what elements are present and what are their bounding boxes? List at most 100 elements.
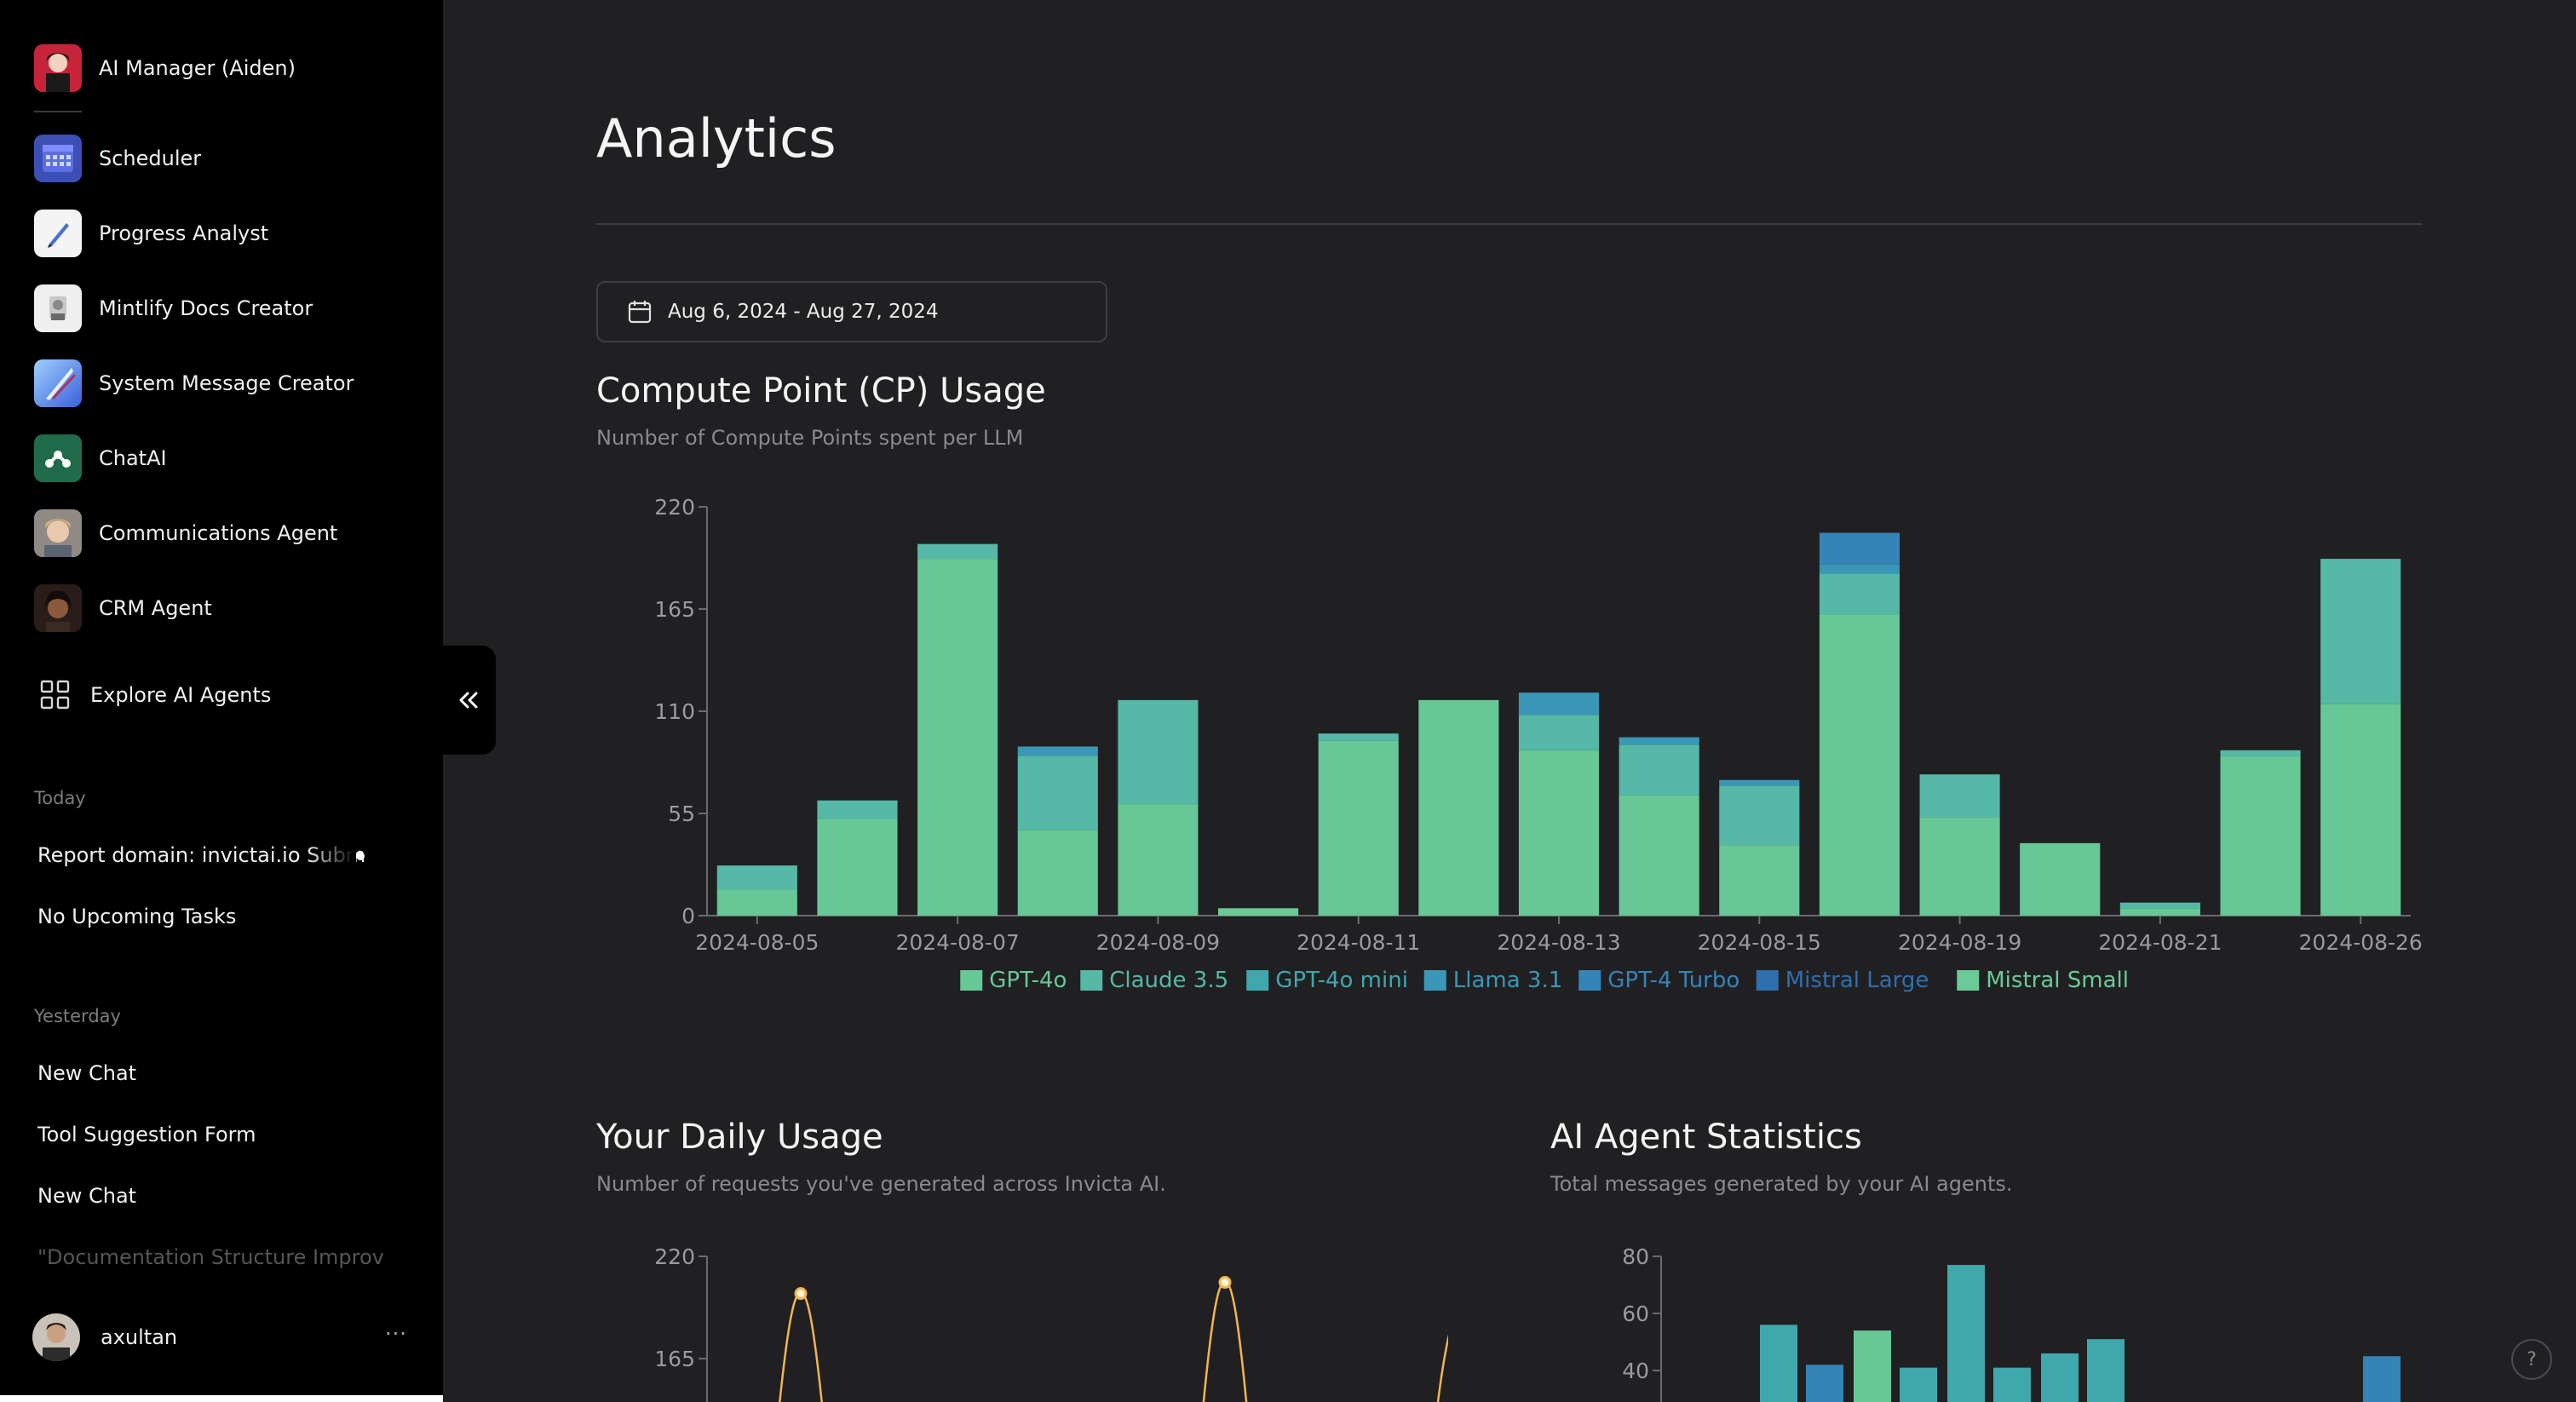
bar-segment[interactable] (716, 865, 797, 890)
bar-segment[interactable] (1819, 564, 1900, 574)
agent-bar[interactable] (1947, 1265, 1985, 1402)
history-item[interactable]: New Chat (37, 1061, 136, 1085)
cp-usage-subtitle: Number of Compute Points spent per LLM (596, 426, 1024, 450)
bar-segment[interactable] (2119, 908, 2200, 916)
agent-bar[interactable] (1760, 1324, 1797, 1402)
sidebar-item-system-message[interactable]: System Message Creator (34, 359, 354, 407)
bar-segment[interactable] (2320, 704, 2401, 916)
bar-segment[interactable] (1719, 845, 1800, 916)
x-tick-label: 2024-08-09 (1096, 930, 1220, 955)
bar-segment[interactable] (1318, 733, 1399, 741)
bar-segment[interactable] (1819, 573, 1900, 615)
bar-segment[interactable] (1919, 817, 2000, 916)
bar-segment[interactable] (1017, 746, 1098, 756)
bar-segment[interactable] (1619, 795, 1699, 916)
user-profile[interactable]: axultan (32, 1313, 177, 1361)
bar-segment[interactable] (1518, 750, 1600, 916)
data-point[interactable] (1218, 1276, 1232, 1290)
bar-segment[interactable] (1118, 699, 1199, 805)
legend-swatch (1423, 970, 1446, 991)
section-heading-today: Today (34, 788, 86, 808)
daily-usage-subtitle: Number of requests you've generated acro… (596, 1172, 1166, 1196)
chatai-logo-icon (34, 434, 82, 482)
legend-swatch (1957, 970, 1980, 991)
agent-bar[interactable] (1806, 1365, 1843, 1402)
bar-segment[interactable] (1318, 740, 1399, 916)
bar-segment[interactable] (1218, 908, 1299, 916)
sidebar-item-label: Scheduler (99, 147, 202, 170)
sidebar: AI Manager (Aiden) Scheduler Progress An… (0, 0, 443, 1402)
more-options-button[interactable]: ··· (385, 1322, 407, 1346)
data-point[interactable] (794, 1287, 808, 1301)
y-tick-label: 220 (654, 495, 695, 520)
legend-label[interactable]: GPT-4 Turbo (1607, 968, 1739, 993)
bar-segment[interactable] (817, 800, 898, 819)
sidebar-item-mintlify[interactable]: Mintlify Docs Creator (34, 284, 313, 332)
agent-bar[interactable] (1993, 1367, 2031, 1402)
legend-label[interactable]: GPT-4o (989, 968, 1067, 993)
bar-segment[interactable] (817, 819, 898, 916)
calendar-icon (628, 301, 652, 324)
y-tick-label: 165 (654, 1347, 695, 1371)
date-range-picker[interactable]: Aug 6, 2024 - Aug 27, 2024 (596, 281, 1107, 342)
agent-bar[interactable] (1900, 1367, 1937, 1402)
bar-segment[interactable] (716, 889, 797, 916)
bar-segment[interactable] (1017, 830, 1098, 916)
x-tick-label: 2024-08-26 (2299, 930, 2423, 955)
bar-segment[interactable] (917, 559, 998, 916)
x-tick-label: 2024-08-05 (695, 930, 819, 955)
history-item[interactable]: Tool Suggestion Form (37, 1123, 256, 1146)
agent-bar[interactable] (2087, 1339, 2125, 1402)
y-tick-label: 40 (1622, 1359, 1649, 1383)
bar-segment[interactable] (1518, 715, 1600, 750)
bar-segment[interactable] (1819, 532, 1900, 565)
history-item[interactable]: New Chat (37, 1184, 136, 1208)
bar-segment[interactable] (1919, 774, 2000, 818)
bar-segment[interactable] (1118, 804, 1199, 916)
agent-bar[interactable] (2363, 1356, 2401, 1402)
history-item[interactable]: "Documentation Structure Improv (37, 1245, 384, 1269)
bar-segment[interactable] (1017, 756, 1098, 830)
usage-line (779, 1281, 1448, 1402)
explore-label: Explore AI Agents (90, 683, 272, 707)
agent-stats-chart: 80 60 40 (1622, 1244, 2401, 1402)
sidebar-item-chatai[interactable]: ChatAI (34, 434, 167, 482)
bar-segment[interactable] (1719, 785, 1800, 846)
bar-segment[interactable] (2220, 750, 2301, 756)
bar-segment[interactable] (917, 543, 998, 560)
bar-segment[interactable] (1819, 614, 1900, 916)
y-tick-label: 220 (654, 1244, 695, 1269)
divider (34, 111, 82, 112)
bar-segment[interactable] (1619, 737, 1699, 745)
bar-segment[interactable] (1518, 692, 1600, 715)
bar-segment[interactable] (1719, 779, 1800, 786)
avatar-communications-icon (34, 509, 82, 557)
agent-bar[interactable] (1854, 1330, 1891, 1402)
bar-segment[interactable] (1619, 744, 1699, 796)
bar-segment[interactable] (2220, 756, 2301, 916)
sidebar-item-crm[interactable]: CRM Agent (34, 584, 212, 632)
sidebar-item-label: System Message Creator (99, 371, 354, 395)
bottom-bar (0, 1395, 443, 1402)
legend-label[interactable]: Llama 3.1 (1453, 968, 1563, 993)
legend-label[interactable]: Mistral Large (1785, 968, 1929, 993)
sidebar-item-communications[interactable]: Communications Agent (34, 509, 337, 557)
help-button[interactable]: ? (2511, 1339, 2552, 1380)
legend-label[interactable]: Claude 3.5 (1109, 968, 1228, 993)
main-content: Analytics Aug 6, 2024 - Aug 27, 2024 Com… (496, 0, 2576, 1402)
page-title: Analytics (596, 107, 837, 170)
collapse-sidebar-button[interactable] (441, 646, 496, 755)
bar-segment[interactable] (1418, 699, 1499, 916)
quill-icon (34, 359, 82, 407)
legend-label[interactable]: GPT-4o mini (1275, 968, 1408, 993)
sidebar-item-scheduler[interactable]: Scheduler (34, 135, 201, 182)
sidebar-item-progress-analyst[interactable]: Progress Analyst (34, 210, 268, 257)
bar-segment[interactable] (2119, 902, 2200, 909)
sidebar-item-ai-manager[interactable]: AI Manager (Aiden) (34, 44, 296, 92)
legend-label[interactable]: Mistral Small (1986, 968, 2129, 993)
bar-segment[interactable] (2320, 559, 2401, 704)
agent-stats-title: AI Agent Statistics (1550, 1118, 1862, 1157)
bar-segment[interactable] (2020, 842, 2101, 916)
agent-bar[interactable] (2041, 1353, 2079, 1402)
explore-agents-button[interactable]: Explore AI Agents (39, 676, 271, 714)
